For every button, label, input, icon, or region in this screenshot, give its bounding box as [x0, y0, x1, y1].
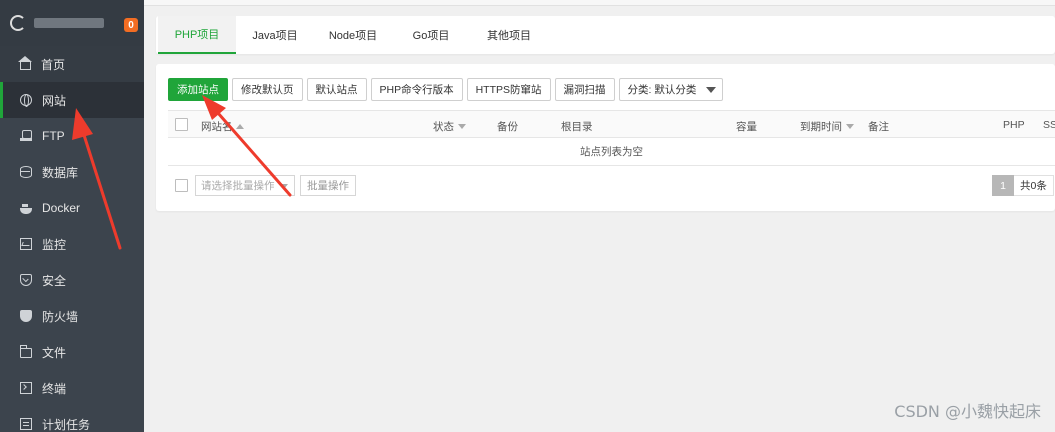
project-tabs: PHP项目 Java项目 Node项目 Go项目 其他项目 [156, 16, 1055, 54]
notification-badge[interactable]: 0 [124, 18, 138, 32]
modify-default-page-button[interactable]: 修改默认页 [232, 78, 303, 101]
sidebar-item-label: FTP [42, 129, 65, 143]
chevron-down-icon [705, 86, 716, 93]
home-icon [18, 56, 32, 70]
sidebar-item-home[interactable]: 首页 [0, 46, 144, 82]
site-table: 网站名 状态 备份 根目录 容量 到期时间 备注 PHP SS 站点列表为空 [168, 110, 1055, 166]
sidebar-item-label: 计划任务 [42, 417, 91, 432]
sidebar-item-website[interactable]: 网站 [0, 82, 144, 118]
sidebar-item-ftp[interactable]: FTP [0, 118, 144, 154]
sidebar-item-label: 监控 [42, 237, 67, 252]
sort-down-icon [458, 124, 466, 129]
tab-node[interactable]: Node项目 [314, 16, 392, 54]
empty-table-message: 站点列表为空 [168, 138, 1055, 166]
table-footer: 请选择批量操作 批量操作 1 共0条 [168, 175, 1055, 197]
sidebar-item-firewall[interactable]: 防火墙 [0, 298, 144, 334]
pagination: 1 共0条 [992, 175, 1054, 196]
sort-down-icon [846, 124, 854, 129]
panel-logo-icon [10, 15, 26, 31]
sidebar-item-label: 防火墙 [42, 309, 79, 324]
sidebar-item-label: 首页 [41, 57, 66, 72]
sidebar-item-label: 文件 [42, 345, 67, 360]
col-root: 根目录 [561, 121, 593, 133]
tab-php[interactable]: PHP项目 [158, 16, 236, 54]
php-cli-version-button[interactable]: PHP命令行版本 [370, 78, 463, 101]
sidebar-item-security[interactable]: 安全 [0, 262, 144, 298]
ftp-icon [20, 130, 32, 142]
sidebar: 0 首页 网站 FTP 数据库 Docker 监控 安全 防火墙 文件 终端 计… [0, 0, 144, 432]
site-list-panel: 添加站点 修改默认页 默认站点 PHP命令行版本 HTTPS防窜站 漏洞扫描 分… [156, 64, 1055, 211]
sidebar-item-label: 网站 [42, 93, 67, 108]
https-anti-steal-button[interactable]: HTTPS防窜站 [466, 78, 551, 101]
batch-operation-select[interactable]: 请选择批量操作 [195, 175, 295, 196]
sort-up-icon [235, 124, 244, 129]
watermark: CSDN @小魏快起床 [894, 402, 1041, 421]
sidebar-item-monitor[interactable]: 监控 [0, 226, 144, 262]
category-select[interactable]: 分类: 默认分类 [618, 78, 723, 101]
toolbar: 添加站点 修改默认页 默认站点 PHP命令行版本 HTTPS防窜站 漏洞扫描 分… [168, 78, 723, 101]
shield-icon [20, 274, 32, 286]
table-header: 网站名 状态 备份 根目录 容量 到期时间 备注 PHP SS [168, 110, 1055, 138]
sidebar-item-docker[interactable]: Docker [0, 190, 144, 226]
col-ssl: SS [1043, 119, 1055, 131]
top-strip [144, 0, 1055, 6]
database-icon [20, 166, 32, 178]
sidebar-item-database[interactable]: 数据库 [0, 154, 144, 190]
col-php: PHP [1003, 119, 1025, 131]
col-site-name[interactable]: 网站名 [201, 119, 244, 134]
add-site-button[interactable]: 添加站点 [168, 78, 228, 101]
col-capacity: 容量 [736, 121, 757, 133]
tab-java[interactable]: Java项目 [236, 16, 314, 54]
firewall-icon [20, 310, 32, 322]
footer-select-checkbox[interactable] [175, 179, 188, 192]
col-expire[interactable]: 到期时间 [800, 119, 854, 134]
col-note: 备注 [868, 121, 889, 133]
task-icon [20, 418, 32, 430]
sidebar-item-terminal[interactable]: 终端 [0, 370, 144, 406]
globe-icon [20, 94, 32, 107]
docker-icon [20, 203, 32, 214]
chevron-down-icon [280, 184, 288, 189]
total-count: 共0条 [1014, 175, 1054, 196]
tab-go[interactable]: Go项目 [392, 16, 470, 54]
sidebar-item-label: 数据库 [42, 165, 79, 180]
sidebar-item-cron[interactable]: 计划任务 [0, 406, 144, 432]
logo-area: 0 [0, 0, 144, 46]
category-select-value: 分类: 默认分类 [627, 84, 697, 96]
batch-operation-button[interactable]: 批量操作 [300, 175, 356, 196]
select-all-checkbox[interactable] [175, 118, 188, 131]
col-backup: 备份 [497, 121, 518, 133]
col-status[interactable]: 状态 [433, 119, 466, 134]
tab-other[interactable]: 其他项目 [470, 16, 548, 54]
folder-icon [19, 345, 32, 358]
server-name-redacted [34, 18, 104, 28]
page-number[interactable]: 1 [992, 175, 1014, 196]
sidebar-item-label: 安全 [42, 273, 67, 288]
sidebar-item-files[interactable]: 文件 [0, 334, 144, 370]
monitor-icon [20, 238, 32, 250]
sidebar-item-label: 终端 [42, 381, 67, 396]
sidebar-item-label: Docker [42, 201, 81, 215]
vuln-scan-button[interactable]: 漏洞扫描 [554, 78, 615, 101]
terminal-icon [20, 382, 32, 394]
default-site-button[interactable]: 默认站点 [306, 78, 367, 101]
